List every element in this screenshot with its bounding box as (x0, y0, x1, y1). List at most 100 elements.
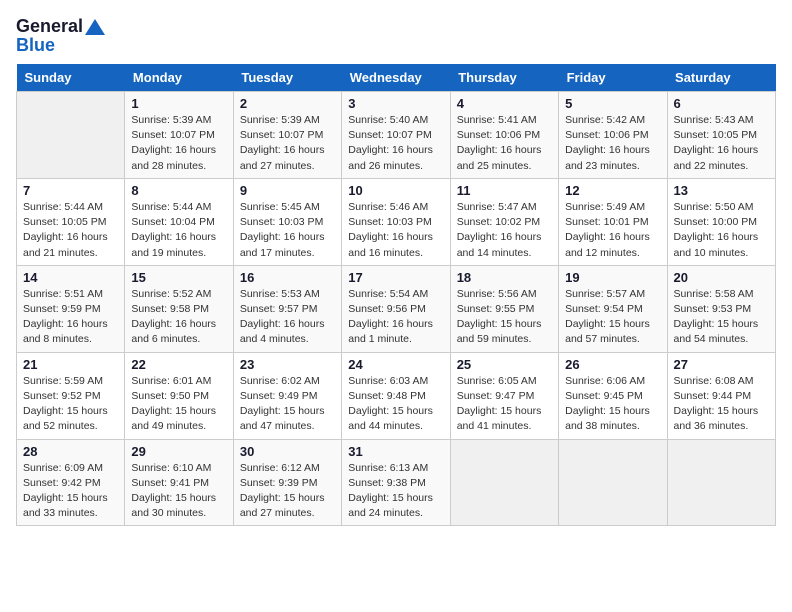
day-number: 24 (348, 357, 443, 372)
calendar-cell (450, 439, 558, 526)
calendar-table: SundayMondayTuesdayWednesdayThursdayFrid… (16, 64, 776, 526)
logo-general: General (16, 16, 83, 37)
day-info: Sunrise: 5:42 AMSunset: 10:06 PMDaylight… (565, 113, 660, 174)
weekday-header-tuesday: Tuesday (233, 64, 341, 92)
day-info: Sunrise: 5:46 AMSunset: 10:03 PMDaylight… (348, 200, 443, 261)
weekday-header-monday: Monday (125, 64, 233, 92)
calendar-cell: 18Sunrise: 5:56 AMSunset: 9:55 PMDayligh… (450, 265, 558, 352)
day-info: Sunrise: 6:08 AMSunset: 9:44 PMDaylight:… (674, 374, 769, 435)
day-number: 10 (348, 183, 443, 198)
day-number: 4 (457, 96, 552, 111)
day-number: 1 (131, 96, 226, 111)
day-info: Sunrise: 5:51 AMSunset: 9:59 PMDaylight:… (23, 287, 118, 348)
day-number: 31 (348, 444, 443, 459)
calendar-cell: 11Sunrise: 5:47 AMSunset: 10:02 PMDaylig… (450, 178, 558, 265)
day-info: Sunrise: 5:59 AMSunset: 9:52 PMDaylight:… (23, 374, 118, 435)
calendar-cell: 13Sunrise: 5:50 AMSunset: 10:00 PMDaylig… (667, 178, 775, 265)
calendar-cell: 31 Sunrise: 6:13 AMSunset: 9:38 PMDayligh… (342, 439, 450, 526)
weekday-header-wednesday: Wednesday (342, 64, 450, 92)
calendar-week-row: 1 Sunrise: 5:39 AMSunset: 10:07 PMDayligh… (17, 92, 776, 179)
calendar-cell (667, 439, 775, 526)
day-info: Sunrise: 6:09 AMSunset: 9:42 PMDaylight:… (23, 461, 118, 522)
calendar-cell: 26 Sunrise: 6:06 AMSunset: 9:45 PMDayligh… (559, 352, 667, 439)
day-number: 29 (131, 444, 226, 459)
calendar-cell: 6 Sunrise: 5:43 AMSunset: 10:05 PMDayligh… (667, 92, 775, 179)
day-info: Sunrise: 5:47 AMSunset: 10:02 PMDaylight… (457, 200, 552, 261)
day-number: 30 (240, 444, 335, 459)
calendar-week-row: 28 Sunrise: 6:09 AMSunset: 9:42 PMDayligh… (17, 439, 776, 526)
calendar-week-row: 14 Sunrise: 5:51 AMSunset: 9:59 PMDayligh… (17, 265, 776, 352)
day-info: Sunrise: 6:02 AMSunset: 9:49 PMDaylight:… (240, 374, 335, 435)
day-info: Sunrise: 5:53 AMSunset: 9:57 PMDaylight:… (240, 287, 335, 348)
day-number: 9 (240, 183, 335, 198)
calendar-header-row: SundayMondayTuesdayWednesdayThursdayFrid… (17, 64, 776, 92)
calendar-cell: 30 Sunrise: 6:12 AMSunset: 9:39 PMDayligh… (233, 439, 341, 526)
day-info: Sunrise: 5:39 AMSunset: 10:07 PMDaylight… (240, 113, 335, 174)
day-number: 5 (565, 96, 660, 111)
day-info: Sunrise: 5:49 AMSunset: 10:01 PMDaylight… (565, 200, 660, 261)
day-number: 6 (674, 96, 769, 111)
day-number: 3 (348, 96, 443, 111)
day-number: 21 (23, 357, 118, 372)
calendar-cell: 20 Sunrise: 5:58 AMSunset: 9:53 PMDayligh… (667, 265, 775, 352)
calendar-cell: 25 Sunrise: 6:05 AMSunset: 9:47 PMDayligh… (450, 352, 558, 439)
calendar-cell: 7Sunrise: 5:44 AMSunset: 10:05 PMDayligh… (17, 178, 125, 265)
calendar-week-row: 7Sunrise: 5:44 AMSunset: 10:05 PMDayligh… (17, 178, 776, 265)
calendar-cell (17, 92, 125, 179)
day-number: 20 (674, 270, 769, 285)
day-number: 13 (674, 183, 769, 198)
day-number: 16 (240, 270, 335, 285)
calendar-cell: 24 Sunrise: 6:03 AMSunset: 9:48 PMDayligh… (342, 352, 450, 439)
day-number: 19 (565, 270, 660, 285)
calendar-cell: 21 Sunrise: 5:59 AMSunset: 9:52 PMDayligh… (17, 352, 125, 439)
day-info: Sunrise: 5:45 AMSunset: 10:03 PMDaylight… (240, 200, 335, 261)
day-number: 26 (565, 357, 660, 372)
calendar-cell: 15Sunrise: 5:52 AMSunset: 9:58 PMDayligh… (125, 265, 233, 352)
weekday-header-friday: Friday (559, 64, 667, 92)
day-info: Sunrise: 6:06 AMSunset: 9:45 PMDaylight:… (565, 374, 660, 435)
day-number: 8 (131, 183, 226, 198)
day-number: 18 (457, 270, 552, 285)
calendar-cell: 19 Sunrise: 5:57 AMSunset: 9:54 PMDayligh… (559, 265, 667, 352)
day-info: Sunrise: 6:05 AMSunset: 9:47 PMDaylight:… (457, 374, 552, 435)
calendar-cell: 12 Sunrise: 5:49 AMSunset: 10:01 PMDaylig… (559, 178, 667, 265)
day-info: Sunrise: 6:10 AMSunset: 9:41 PMDaylight:… (131, 461, 226, 522)
day-number: 27 (674, 357, 769, 372)
day-info: Sunrise: 5:58 AMSunset: 9:53 PMDaylight:… (674, 287, 769, 348)
day-number: 17 (348, 270, 443, 285)
day-info: Sunrise: 6:03 AMSunset: 9:48 PMDaylight:… (348, 374, 443, 435)
weekday-header-sunday: Sunday (17, 64, 125, 92)
day-info: Sunrise: 6:01 AMSunset: 9:50 PMDaylight:… (131, 374, 226, 435)
day-info: Sunrise: 5:44 AMSunset: 10:05 PMDaylight… (23, 200, 118, 261)
day-info: Sunrise: 5:40 AMSunset: 10:07 PMDaylight… (348, 113, 443, 174)
logo-blue: Blue (16, 35, 55, 56)
header: General Blue (16, 16, 776, 56)
day-number: 23 (240, 357, 335, 372)
calendar-cell: 10 Sunrise: 5:46 AMSunset: 10:03 PMDaylig… (342, 178, 450, 265)
day-number: 12 (565, 183, 660, 198)
day-info: Sunrise: 5:57 AMSunset: 9:54 PMDaylight:… (565, 287, 660, 348)
calendar-cell: 23 Sunrise: 6:02 AMSunset: 9:49 PMDayligh… (233, 352, 341, 439)
calendar-cell (559, 439, 667, 526)
calendar-cell: 9 Sunrise: 5:45 AMSunset: 10:03 PMDayligh… (233, 178, 341, 265)
calendar-cell: 3 Sunrise: 5:40 AMSunset: 10:07 PMDayligh… (342, 92, 450, 179)
day-number: 22 (131, 357, 226, 372)
calendar-cell: 22 Sunrise: 6:01 AMSunset: 9:50 PMDayligh… (125, 352, 233, 439)
logo: General Blue (16, 16, 105, 56)
day-info: Sunrise: 6:12 AMSunset: 9:39 PMDaylight:… (240, 461, 335, 522)
day-info: Sunrise: 5:41 AMSunset: 10:06 PMDaylight… (457, 113, 552, 174)
calendar-cell: 16 Sunrise: 5:53 AMSunset: 9:57 PMDayligh… (233, 265, 341, 352)
day-number: 15 (131, 270, 226, 285)
day-info: Sunrise: 5:43 AMSunset: 10:05 PMDaylight… (674, 113, 769, 174)
calendar-cell: 2Sunrise: 5:39 AMSunset: 10:07 PMDayligh… (233, 92, 341, 179)
calendar-cell: 17Sunrise: 5:54 AMSunset: 9:56 PMDayligh… (342, 265, 450, 352)
day-info: Sunrise: 6:13 AMSunset: 9:38 PMDaylight:… (348, 461, 443, 522)
logo-icon (85, 19, 105, 35)
calendar-cell: 5 Sunrise: 5:42 AMSunset: 10:06 PMDayligh… (559, 92, 667, 179)
weekday-header-saturday: Saturday (667, 64, 775, 92)
day-number: 14 (23, 270, 118, 285)
day-number: 25 (457, 357, 552, 372)
calendar-cell: 4 Sunrise: 5:41 AMSunset: 10:06 PMDayligh… (450, 92, 558, 179)
day-info: Sunrise: 5:44 AMSunset: 10:04 PMDaylight… (131, 200, 226, 261)
day-number: 28 (23, 444, 118, 459)
